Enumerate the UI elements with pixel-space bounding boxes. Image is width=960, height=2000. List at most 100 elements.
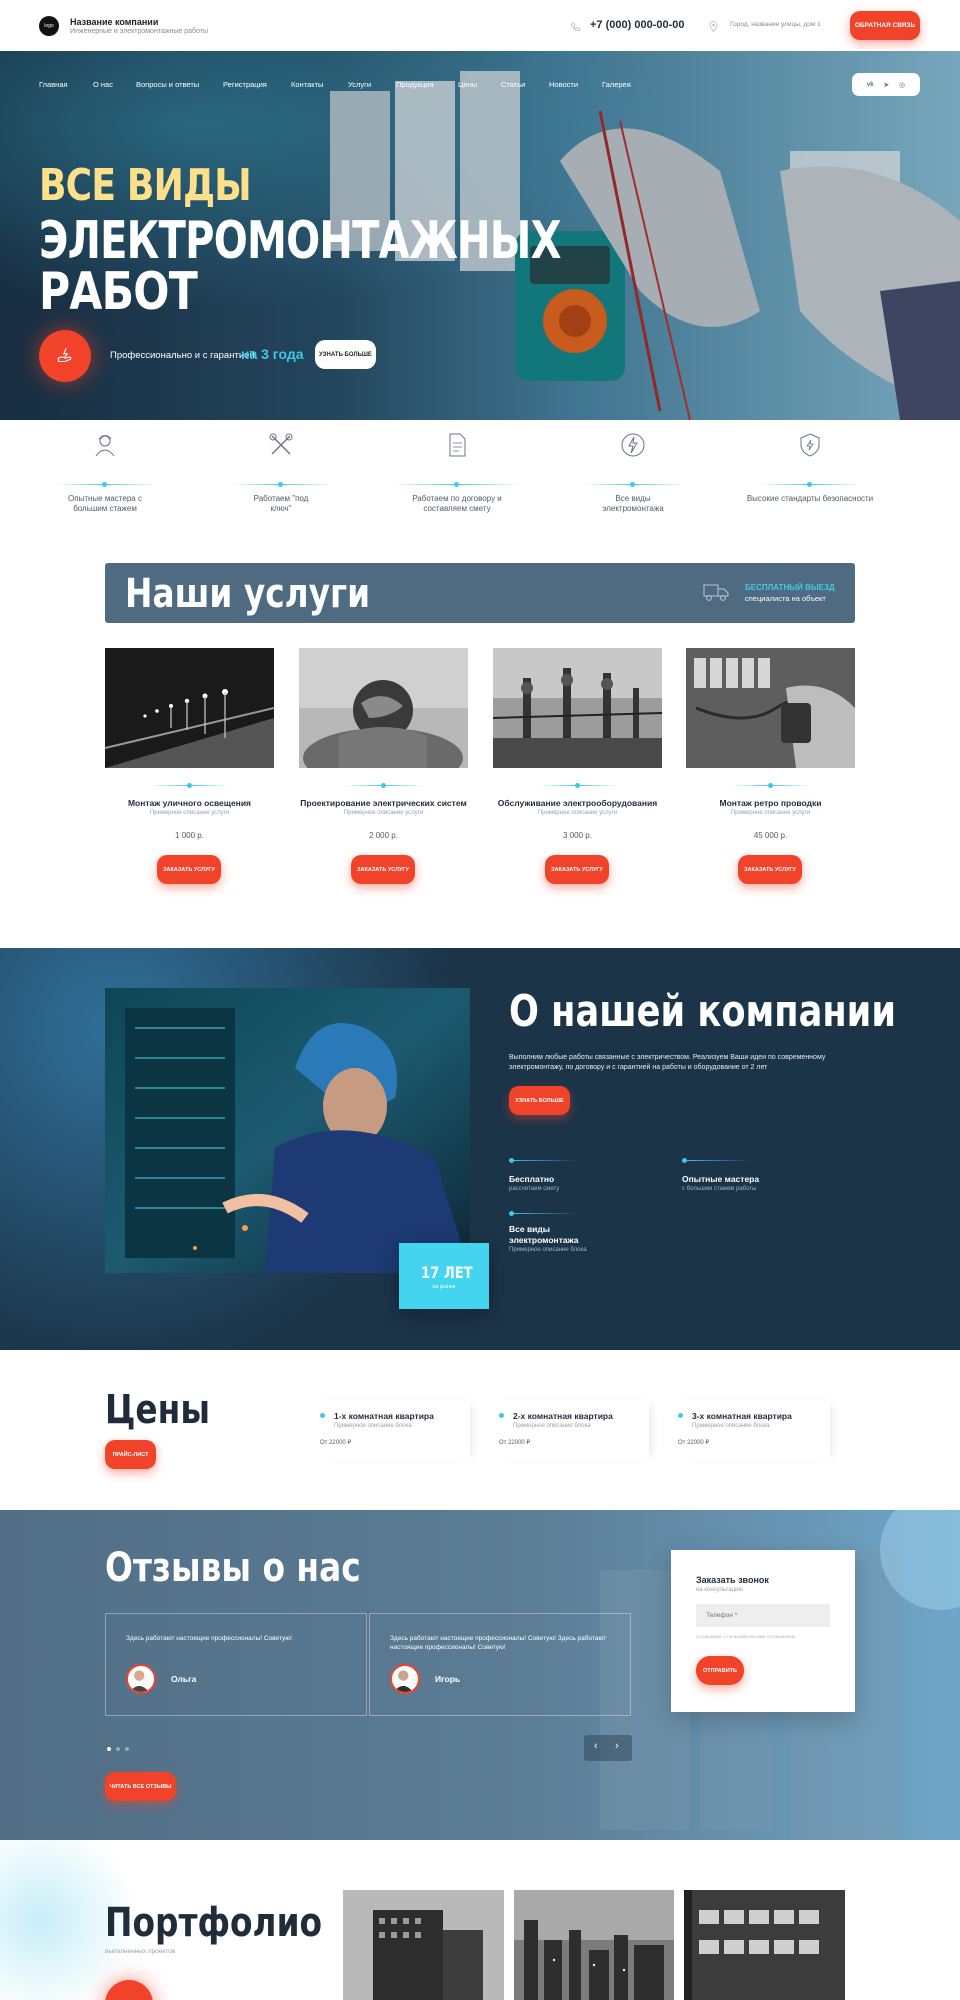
phone-input[interactable]: [696, 1604, 830, 1627]
services-header: Наши услуги БЕСПЛАТНЫЙ ВЫЕЗД специалиста…: [105, 563, 855, 623]
about-point-sub: с большим стажем работы: [682, 1186, 757, 1192]
location-icon: [709, 19, 718, 33]
carousel-dot[interactable]: [116, 1747, 120, 1751]
review-text: Здесь работают настоящие профессионалы! …: [126, 1635, 292, 1642]
price-card-title: 3-х комнатная квартира: [692, 1411, 792, 1421]
nav-item-news[interactable]: Новости: [549, 80, 578, 89]
about-point-title: Бесплатно: [509, 1174, 555, 1184]
telegram-icon[interactable]: ➤: [883, 81, 889, 89]
nav-item-gallery[interactable]: Галерея: [602, 80, 631, 89]
read-all-reviews-button[interactable]: ЧИТАТЬ ВСЕ ОТЗЫВЫ: [105, 1772, 176, 1801]
submit-button[interactable]: ОТПРАВИТЬ: [696, 1656, 744, 1685]
nav-item-products[interactable]: Продукция: [396, 80, 434, 89]
nav-item-about[interactable]: О нас: [93, 80, 113, 89]
service-card: Проектирование электрических систем Прим…: [299, 648, 468, 888]
service-name: Обслуживание электрооборудования: [497, 798, 658, 808]
about-photo: [105, 988, 470, 1273]
about-point-sub: рассчитаем смету: [509, 1186, 560, 1192]
price-card-price: От 22000 ₽: [678, 1440, 710, 1446]
hero-guarantee: на 3 года: [241, 346, 304, 362]
master-icon: [95, 435, 115, 457]
reviewer-name: Ольга: [171, 1674, 197, 1684]
order-service-button[interactable]: ЗАКАЗАТЬ УСЛУГУ: [351, 855, 415, 884]
feature-item: Работаем по договору и составляем смету: [392, 432, 522, 513]
callback-button[interactable]: ОБРАТНАЯ СВЯЗЬ: [850, 11, 920, 40]
about-more-button[interactable]: УЗНАТЬ БОЛЬШЕ: [509, 1086, 570, 1115]
phone-number[interactable]: +7 (000) 000-00-00: [590, 19, 684, 31]
address: Город, название улицы, дом 1: [730, 21, 821, 28]
price-card-title: 2-х комнатная квартира: [513, 1411, 613, 1421]
feature-text: Все виды электромонтажа: [602, 494, 664, 513]
nav-item-services[interactable]: Услуги: [348, 80, 371, 89]
carousel-dots: [107, 1746, 137, 1752]
nav-item-contacts[interactable]: Контакты: [291, 80, 323, 89]
prices-title: Цены: [105, 1387, 210, 1433]
chevron-right-icon[interactable]: ›: [615, 1740, 619, 1752]
feature-text: Высокие стандарты безопасности: [746, 494, 874, 503]
portfolio-subtitle: выполненных проектов: [105, 1948, 176, 1955]
order-service-button[interactable]: ЗАКАЗАТЬ УСЛУГУ: [157, 855, 221, 884]
order-service-button[interactable]: ЗАКАЗАТЬ УСЛУГУ: [738, 855, 802, 884]
nav-item-registration[interactable]: Регистрация: [223, 80, 267, 89]
portfolio-section: Портфолио выполненных проектов: [0, 1840, 960, 2000]
hero-more-button[interactable]: УЗНАТЬ БОЛЬШЕ: [315, 340, 376, 369]
about-section: 17 ЛЕТ на рынке О нашей компании Выполни…: [0, 948, 960, 1350]
reviews-title: Отзывы о нас: [105, 1545, 361, 1591]
portfolio-photo[interactable]: [343, 1890, 504, 2000]
service-photo: [493, 648, 662, 768]
chevron-left-icon[interactable]: ‹: [594, 1740, 598, 1752]
carousel-dot-active[interactable]: [107, 1747, 111, 1751]
service-price: 3 000 р.: [563, 831, 592, 840]
consent-text[interactable]: Соглашаюсь с пользовательским соглашение…: [696, 1634, 795, 1639]
about-text: Выполним любые работы связанные с электр…: [509, 1054, 826, 1072]
price-card-price: От 22000 ₽: [499, 1440, 531, 1446]
nav-item-home[interactable]: Главная: [39, 80, 68, 89]
service-desc: Примерное описание услуги: [537, 810, 618, 816]
service-name: Монтаж ретро проводки: [719, 798, 822, 808]
hero-title-line3: РАБОТ: [39, 262, 198, 322]
whatsapp-icon[interactable]: ◎: [899, 81, 905, 89]
carousel-dot[interactable]: [125, 1747, 129, 1751]
about-point-sub: Примерное описание блока: [509, 1247, 587, 1253]
service-photo: [686, 648, 855, 768]
feature-item: Высокие стандарты безопасности: [740, 432, 880, 512]
experience-years: 17 ЛЕТ: [421, 1263, 473, 1282]
review-text: Здесь работают настоящие профессионалы! …: [390, 1635, 607, 1652]
price-card-price: От 22000 ₽: [320, 1440, 352, 1446]
logo-text: logo: [44, 23, 54, 29]
main-nav: Главная О нас Вопросы и ответы Регистрац…: [39, 80, 659, 94]
portfolio-photo[interactable]: [684, 1890, 845, 2000]
services-title: Наши услуги: [125, 571, 371, 617]
service-photo: [299, 648, 468, 768]
feature-text: Работаем по договору и составляем смету: [412, 494, 502, 513]
shield-icon: [800, 433, 820, 457]
feature-item: Все виды электромонтажа: [583, 432, 683, 513]
lightning-icon: [621, 433, 645, 457]
nav-item-faq[interactable]: Вопросы и ответы: [136, 80, 199, 89]
experience-badge: 17 ЛЕТ на рынке: [399, 1243, 489, 1309]
price-card-title: 1-х комнатная квартира: [334, 1411, 434, 1421]
portfolio-photo[interactable]: [514, 1890, 674, 2000]
logo[interactable]: logo: [39, 16, 59, 36]
about-point-title: Все виды электромонтажа: [509, 1224, 579, 1245]
nav-item-prices[interactable]: Цены: [458, 80, 477, 89]
truck-icon: [703, 584, 729, 601]
about-title: О нашей компании: [509, 986, 896, 1037]
price-card: 2-х комнатная квартира Примерное описани…: [489, 1400, 649, 1462]
price-list-button[interactable]: ПРАЙС-ЛИСТ: [105, 1440, 156, 1469]
service-name: Проектирование электрических систем: [300, 798, 467, 808]
about-point-title: Опытные мастера: [682, 1174, 760, 1184]
service-card: Монтаж ретро проводки Примерное описание…: [686, 648, 855, 888]
price-card: 1-х комнатная квартира Примерное описани…: [310, 1400, 470, 1462]
review-card: Здесь работают настоящие профессионалы! …: [105, 1613, 367, 1716]
price-card: 3-х комнатная квартира Примерное описани…: [668, 1400, 830, 1462]
vk-icon[interactable]: vk: [867, 82, 874, 88]
features-row: Опытные мастера с большим стажем Работае…: [0, 420, 960, 530]
site-header: logo Название компании Инженерные и элек…: [0, 0, 960, 51]
company-subtitle: Инженерные и электромонтажные работы: [70, 28, 209, 35]
hero-tagline: Профессионально и с гарантией: [110, 350, 255, 361]
nav-item-articles[interactable]: Статьи: [501, 80, 525, 89]
form-subtitle: на консультацию: [696, 1587, 743, 1593]
form-title: Заказать звонок: [696, 1575, 769, 1585]
order-service-button[interactable]: ЗАКАЗАТЬ УСЛУГУ: [545, 855, 609, 884]
